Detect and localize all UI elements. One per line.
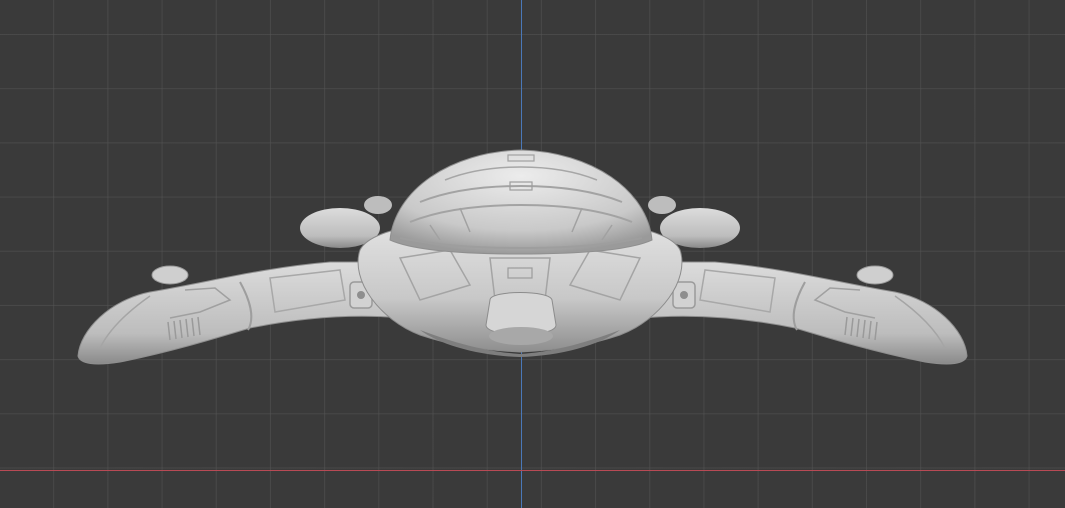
dome: [389, 149, 653, 255]
nose: [485, 292, 557, 345]
spaceship-model[interactable]: [0, 0, 1065, 508]
3d-viewport[interactable]: [0, 0, 1065, 508]
